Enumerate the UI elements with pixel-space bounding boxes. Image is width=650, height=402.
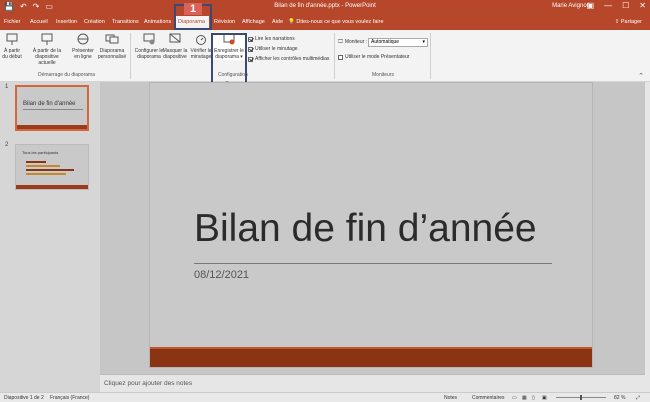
thumbnail-bar xyxy=(26,173,66,175)
tab-fichier[interactable]: Fichier xyxy=(4,19,21,25)
hide-slide-icon xyxy=(169,33,181,43)
title-bar: 💾 ↶ ↷ ▭ Bilan de fin d'année.pptx - Powe… xyxy=(0,0,650,16)
present-online-icon xyxy=(77,33,89,45)
zoom-slider-thumb[interactable] xyxy=(580,395,582,400)
play-narrations-checkbox[interactable]: Lire les narrations xyxy=(248,36,295,42)
slide-thumbnail-2[interactable]: Tous les participants xyxy=(15,144,89,190)
ribbon-tab-bar: Fichier Accueil Insertion Création Trans… xyxy=(0,16,650,30)
normal-view-icon[interactable]: ▭ xyxy=(512,395,517,401)
slide-editing-area: Bilan de fin d’année 08/12/2021 xyxy=(100,82,645,374)
checkbox-icon xyxy=(338,54,343,60)
tell-me-search[interactable]: 💡 Dites-nous ce que vous voulez faire xyxy=(288,19,384,25)
slide-number: 1 xyxy=(5,84,9,90)
language-indicator[interactable]: Français (France) xyxy=(50,395,89,401)
ribbon-separator xyxy=(130,33,131,79)
group-label-monitors: Moniteurs xyxy=(372,72,394,78)
tab-revision[interactable]: Révision xyxy=(214,19,235,25)
tab-transitions[interactable]: Transitions xyxy=(112,19,139,25)
thumbnail-bar xyxy=(26,165,60,167)
slideshow-view-icon[interactable]: ▣ xyxy=(542,395,547,401)
presenter-view-checkbox[interactable]: Utiliser le mode Présentateur xyxy=(338,54,409,60)
title-rule xyxy=(194,263,552,264)
slideshow-start-icon xyxy=(6,33,18,45)
thumbnail-title: Tous les participants xyxy=(22,150,59,155)
thumbnail-title: Bilan de fin d'année xyxy=(23,101,76,107)
annotation-badge-1: 1 xyxy=(184,3,202,15)
slide-footer-bar xyxy=(150,347,592,367)
checkbox-icon xyxy=(248,56,253,62)
notes-pane[interactable]: Cliquez pour ajouter des notes xyxy=(100,374,645,392)
close-icon[interactable]: ✕ xyxy=(639,1,646,10)
chevron-down-icon: ▾ xyxy=(422,39,425,45)
share-button[interactable]: ⇪ Partager xyxy=(615,19,642,25)
tab-animations[interactable]: Animations xyxy=(144,19,171,25)
slide-number: 2 xyxy=(5,142,9,148)
tab-aide[interactable]: Aide xyxy=(272,19,283,25)
tab-affichage[interactable]: Affichage xyxy=(242,19,265,25)
minimize-icon[interactable]: — xyxy=(604,1,612,10)
thumbnail-rule xyxy=(23,109,83,110)
custom-slideshow-button[interactable]: Diaporama personnalisé xyxy=(96,32,128,60)
hide-slide-button[interactable]: Masquer la diapositive xyxy=(160,32,190,60)
window-controls: ▣ — ☐ ✕ xyxy=(587,1,646,10)
monitor-icon: 🖵 xyxy=(338,39,343,45)
slide-sorter-icon[interactable]: ▦ xyxy=(522,395,527,401)
ribbon: À partir du début À partir de la diaposi… xyxy=(0,30,650,82)
vertical-scrollbar[interactable] xyxy=(645,82,650,392)
setup-slideshow-icon xyxy=(143,33,155,45)
slide-thumbnail-1[interactable]: Bilan de fin d'année xyxy=(15,85,89,131)
use-timings-checkbox[interactable]: Utiliser le minutage xyxy=(248,46,298,52)
status-bar: Diapositive 1 de 2 Français (France) Not… xyxy=(0,392,650,402)
thumbnail-bar xyxy=(26,161,46,163)
group-label-start: Démarrage du diaporama xyxy=(38,72,95,78)
zoom-level[interactable]: 82 % xyxy=(614,395,625,401)
stopwatch-icon xyxy=(196,35,206,45)
checkbox-icon xyxy=(248,36,253,42)
thumbnail-footer xyxy=(17,125,87,129)
current-slide[interactable]: Bilan de fin d’année 08/12/2021 xyxy=(149,82,593,368)
tab-creation[interactable]: Création xyxy=(84,19,105,25)
ribbon-display-options-icon[interactable]: ▣ xyxy=(587,1,595,10)
notes-toggle[interactable]: Notes xyxy=(444,395,457,401)
rehearse-timings-button[interactable]: Vérifier le minutage xyxy=(190,32,212,60)
tab-insertion[interactable]: Insertion xyxy=(56,19,77,25)
user-name[interactable]: Marie Avignon xyxy=(552,3,590,9)
checkbox-icon xyxy=(248,46,253,52)
thumbnail-footer xyxy=(16,185,88,189)
fit-to-window-icon[interactable]: ⤢ xyxy=(636,395,640,401)
monitor-label: 🖵 Moniteur : xyxy=(338,39,368,45)
slide-title[interactable]: Bilan de fin d’année xyxy=(194,207,537,251)
show-media-controls-checkbox[interactable]: Afficher les contrôles multimédias xyxy=(248,56,329,62)
present-online-button[interactable]: Présenter en ligne xyxy=(70,32,96,60)
slide-counter: Diapositive 1 de 2 xyxy=(4,395,44,401)
thumbnail-bar xyxy=(26,169,74,171)
ribbon-separator xyxy=(430,33,431,79)
from-current-slide-button[interactable]: À partir de la diapositive actuelle xyxy=(26,32,68,66)
monitor-select[interactable]: Automatique ▾ xyxy=(368,38,428,47)
slide-thumbnails-pane: 1 Bilan de fin d'année 2 Tous les partic… xyxy=(0,82,100,392)
tab-accueil[interactable]: Accueil xyxy=(30,19,48,25)
slide-date[interactable]: 08/12/2021 xyxy=(194,269,249,281)
reading-view-icon[interactable]: ▯ xyxy=(532,395,535,401)
slideshow-current-icon xyxy=(41,33,53,45)
collapse-ribbon-icon[interactable]: ⌃ xyxy=(638,72,644,80)
maximize-icon[interactable]: ☐ xyxy=(622,1,629,10)
comments-toggle[interactable]: Commentaires xyxy=(472,395,505,401)
from-beginning-button[interactable]: À partir du début xyxy=(2,32,22,60)
ribbon-separator xyxy=(334,33,335,79)
custom-slideshow-icon xyxy=(105,34,119,44)
